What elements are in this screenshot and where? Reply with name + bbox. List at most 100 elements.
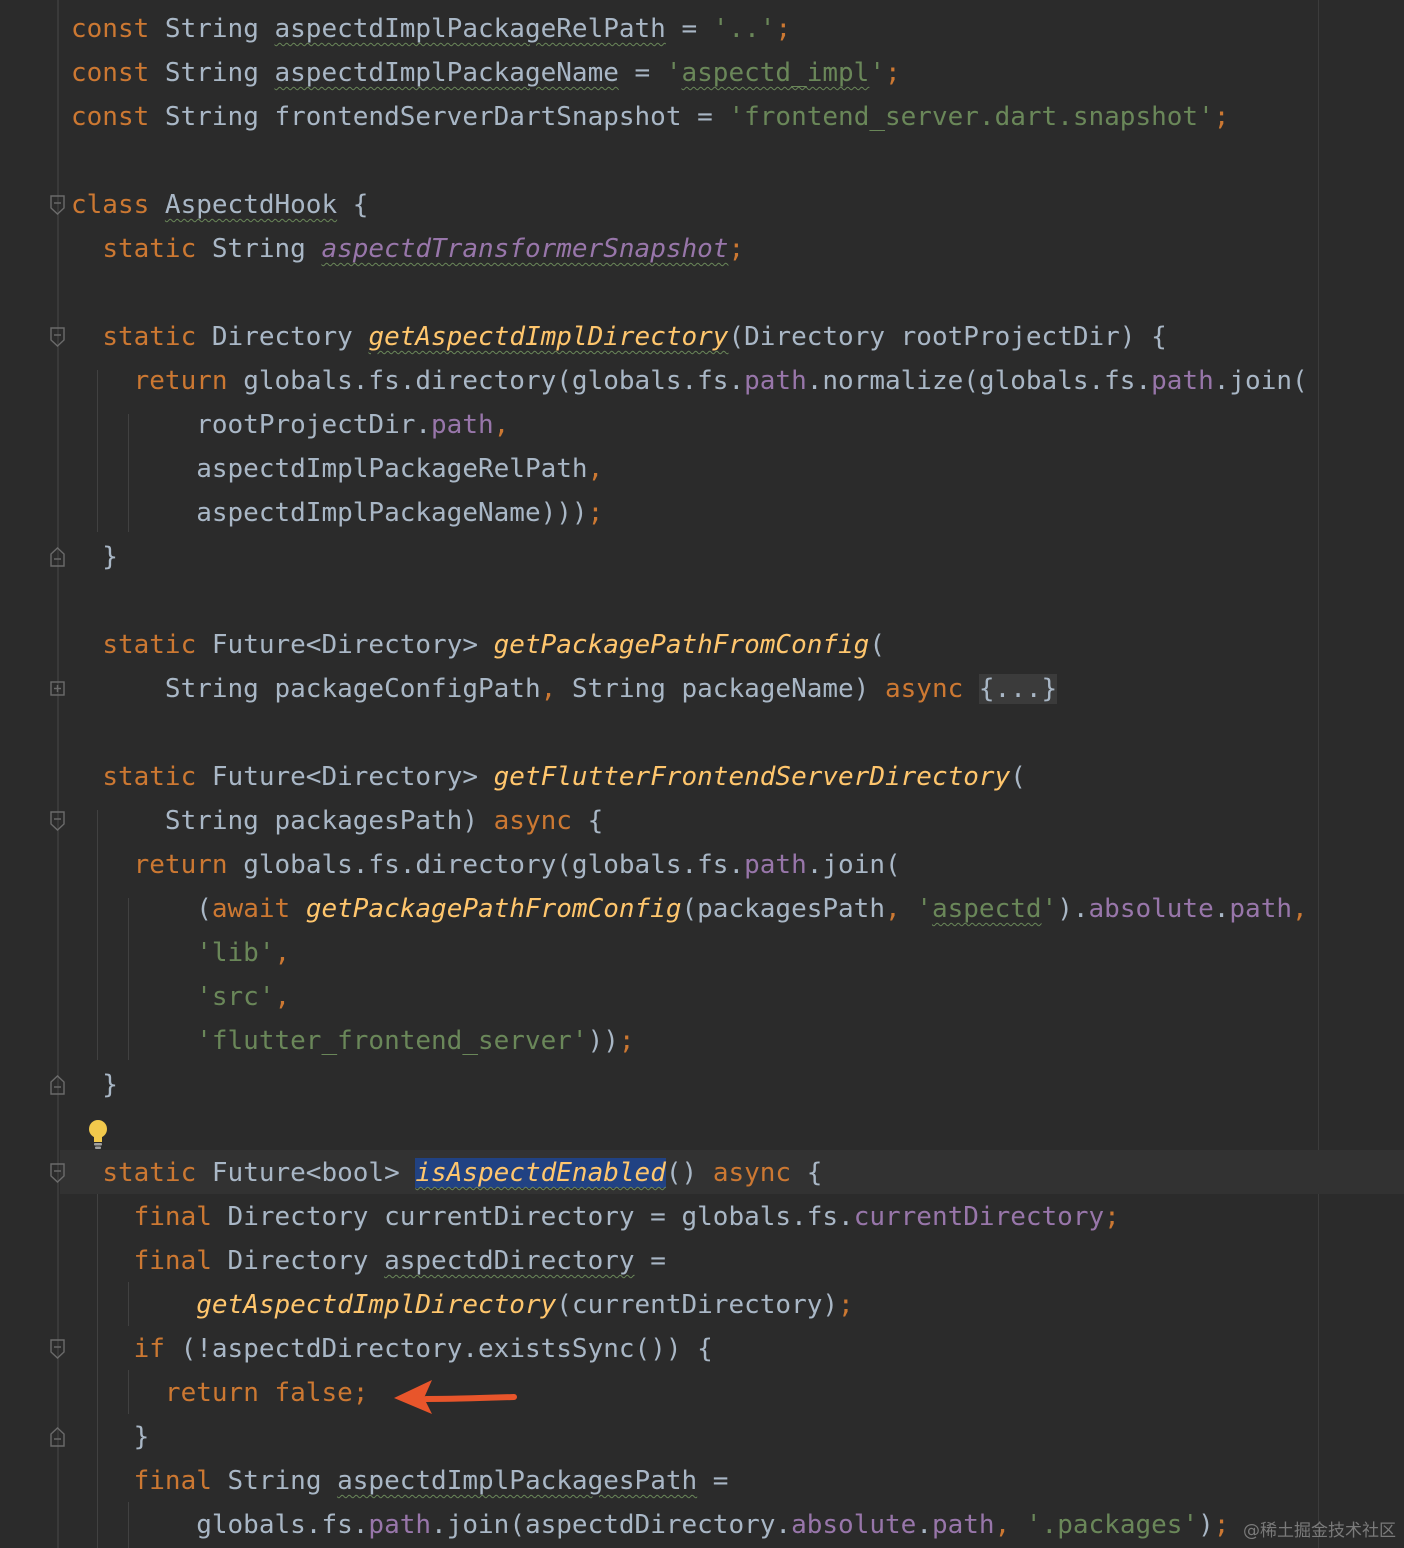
code-line[interactable]: const String frontendServerDartSnapshot … (71, 95, 1229, 139)
code-line[interactable]: } (71, 535, 118, 579)
code-line[interactable]: final Directory aspectdDirectory = (71, 1239, 666, 1283)
keyword-token: ; (775, 14, 792, 44)
identifier-token: globals.fs. (71, 1510, 369, 1540)
identifier-token: Directory currentDirectory = globals.fs. (227, 1202, 854, 1232)
identifier-token: aspectdImplPackageRelPath (71, 454, 588, 484)
code-line[interactable]: static Future<bool> isAspectdEnabled() a… (71, 1151, 822, 1195)
identifier-token (71, 366, 134, 396)
identifier-token: String (164, 58, 275, 88)
identifier-token: String (227, 1466, 338, 1496)
field-token: aspectdTransformerSnapshot (321, 234, 729, 264)
folded-block[interactable]: {...} (978, 674, 1058, 704)
identifier-token: = (681, 102, 729, 132)
code-line[interactable]: aspectdImplPackageRelPath, (71, 447, 603, 491)
identifier-token (71, 234, 102, 264)
identifier-token (71, 322, 102, 352)
identifier-token: String packageName) (571, 674, 885, 704)
identifier-token: ) (1198, 1510, 1214, 1540)
code-line[interactable]: if (!aspectdDirectory.existsSync()) { (71, 1327, 713, 1371)
code-line[interactable]: globals.fs.path.join(aspectdDirectory.ab… (71, 1503, 1229, 1547)
field-token: path (368, 1510, 432, 1540)
code-line[interactable]: static Future<Directory> getFlutterFront… (71, 755, 1026, 799)
identifier-token: = (665, 14, 713, 44)
identifier-token: } (71, 1070, 118, 1100)
code-line[interactable]: } (71, 1063, 118, 1107)
keyword-token: , (274, 982, 291, 1012)
identifier-token: Future<bool> (211, 1158, 416, 1188)
identifier-token: Future<Directory> (211, 762, 494, 792)
code-line[interactable]: } (71, 1415, 150, 1459)
code-line[interactable]: return globals.fs.directory(globals.fs.p… (71, 359, 1308, 403)
code-line[interactable]: 'src', (71, 975, 290, 1019)
fold-start-icon[interactable] (49, 327, 66, 347)
code-line[interactable]: 'lib', (71, 931, 290, 975)
code-line[interactable]: const String aspectdImplPackageRelPath =… (71, 7, 791, 51)
code-line[interactable]: return globals.fs.directory(globals.fs.p… (71, 843, 901, 887)
code-line[interactable]: (await getPackagePathFromConfig(packages… (71, 887, 1307, 931)
code-line[interactable]: class AspectdHook { (71, 183, 368, 227)
fold-end-icon[interactable] (49, 547, 66, 567)
code-line[interactable]: aspectdImplPackageName))); (71, 491, 603, 535)
fold-start-icon[interactable] (49, 1163, 66, 1183)
fold-end-icon[interactable] (49, 1427, 66, 1447)
function-token: getPackagePathFromConfig (305, 894, 682, 924)
keyword-token: ; (1213, 1510, 1230, 1540)
code-line[interactable]: static Future<Directory> getPackagePathF… (71, 623, 885, 667)
field-token: path (1229, 894, 1293, 924)
string-token: 'lib' (71, 938, 275, 968)
keyword-token: , (274, 938, 291, 968)
field-token: path (431, 410, 494, 440)
identifier-token: String packagesPath) (71, 806, 494, 836)
identifier-token: ( (1010, 762, 1026, 792)
identifier-token: ( (869, 630, 885, 660)
identifier-token (71, 762, 102, 792)
identifier-token: .join(aspectdDirectory. (431, 1510, 792, 1540)
string-token: aspectd (931, 894, 1042, 924)
keyword-token: async (885, 674, 979, 704)
identifier-token (71, 1246, 134, 1276)
keyword-token: class (71, 190, 165, 220)
identifier-token: { (587, 806, 604, 836)
fold-start-icon[interactable] (49, 811, 66, 831)
fold-start-icon[interactable] (49, 195, 66, 215)
fold-start-icon[interactable] (49, 1339, 66, 1359)
string-token: ' (665, 58, 682, 88)
identifier-token: String (164, 14, 275, 44)
keyword-token: ; (728, 234, 745, 264)
fold-expand-icon[interactable] (49, 679, 66, 699)
code-line[interactable]: const String aspectdImplPackageName = 'a… (71, 51, 901, 95)
lightbulb-icon[interactable] (86, 1118, 110, 1150)
function-token: getPackagePathFromConfig (493, 630, 870, 660)
code-line[interactable]: 'flutter_frontend_server')); (71, 1019, 634, 1063)
keyword-token: static (102, 1158, 212, 1188)
code-line[interactable]: static String aspectdTransformerSnapshot… (71, 227, 744, 271)
code-line[interactable]: final Directory currentDirectory = globa… (71, 1195, 1120, 1239)
function-token: getAspectdImplDirectory (196, 1290, 557, 1320)
identifier-token: (packagesPath (681, 894, 886, 924)
identifier-token: Directory (211, 322, 369, 352)
identifier-token: (Directory rootProjectDir) { (728, 322, 1167, 352)
fold-end-icon[interactable] (49, 1075, 66, 1095)
code-line[interactable]: String packageConfigPath, String package… (71, 667, 1058, 711)
string-token: 'flutter_frontend_server' (71, 1026, 588, 1056)
code-editor[interactable]: const String aspectdImplPackageRelPath =… (0, 0, 1404, 1548)
identifier-token: ( (71, 894, 212, 924)
code-line[interactable]: return false; (71, 1371, 369, 1415)
identifier-token: . (1213, 894, 1230, 924)
function-token: getFlutterFrontendServerDirectory (493, 762, 1011, 792)
watermark: @稀土掘金技术社区 (1243, 1521, 1396, 1541)
code-line[interactable]: getAspectdImplDirectory(currentDirectory… (71, 1283, 853, 1327)
code-line[interactable]: String packagesPath) async { (71, 799, 603, 843)
keyword-token: , (885, 894, 917, 924)
keyword-token: static (102, 234, 212, 264)
field-token: path (744, 366, 807, 396)
keyword-token: final (133, 1202, 228, 1232)
identifier-token: aspectdImplPackageName (274, 58, 619, 88)
field-token: path (931, 1510, 995, 1540)
code-line[interactable]: final String aspectdImplPackagesPath = (71, 1459, 729, 1503)
code-line[interactable]: rootProjectDir.path, (71, 403, 509, 447)
identifier-token: rootProjectDir. (71, 410, 432, 440)
identifier-token: aspectdImplPackageRelPath (274, 14, 666, 44)
code-line[interactable]: static Directory getAspectdImplDirectory… (71, 315, 1167, 359)
keyword-token: return (133, 850, 244, 880)
